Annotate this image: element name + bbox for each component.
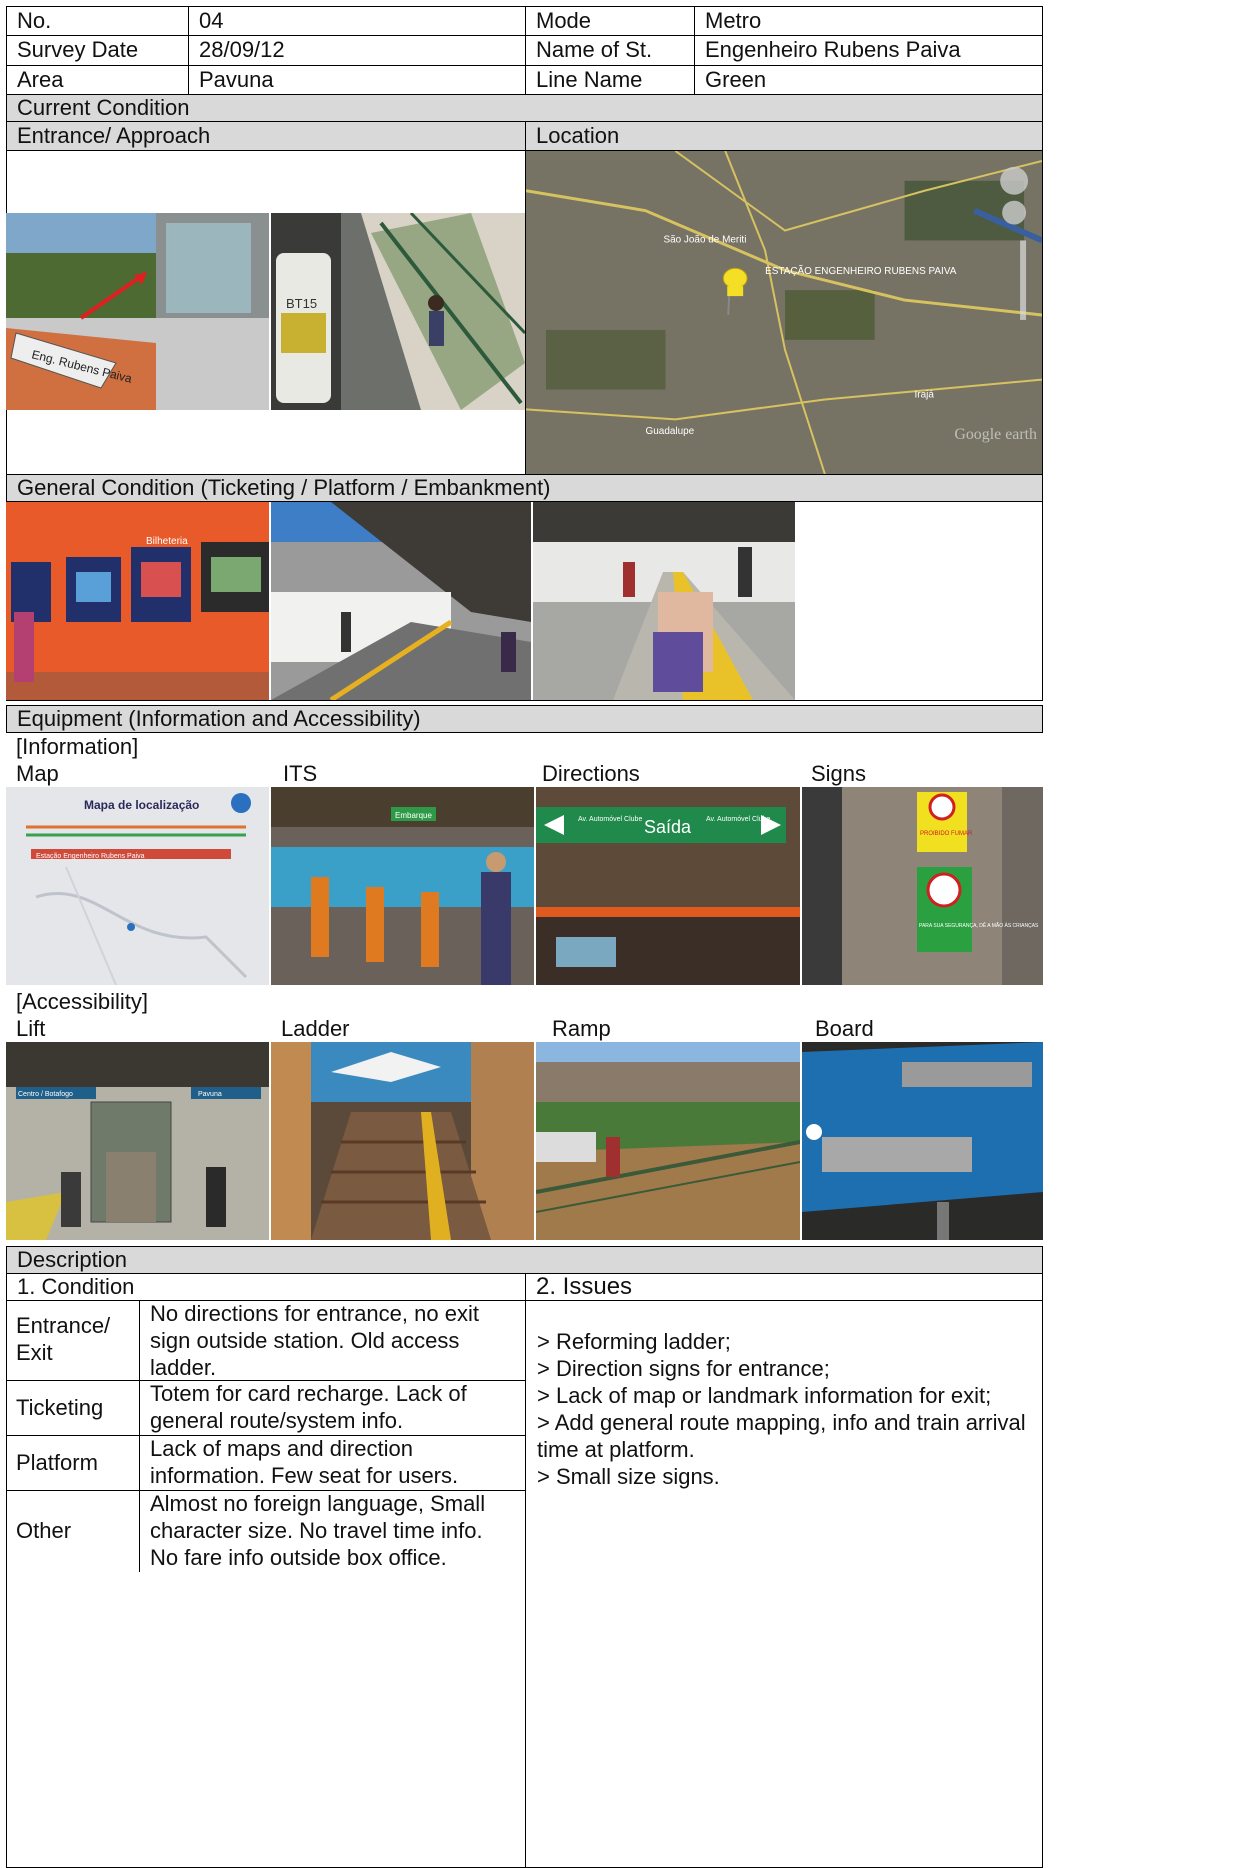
access-label-ladder: Ladder (281, 1016, 350, 1041)
access-label-lift: Lift (16, 1016, 46, 1041)
ticketing-photo: Bilheteria (6, 502, 269, 700)
svg-text:Irajá: Irajá (914, 389, 934, 400)
line-name-label: Line Name (525, 65, 695, 95)
svg-text:BT15: BT15 (286, 296, 317, 311)
line-name-value: Green (694, 65, 1043, 95)
issues-heading: 2. Issues (525, 1273, 1043, 1301)
svg-text:PARA SUA SEGURANÇA, DÊ A MÃO À: PARA SUA SEGURANÇA, DÊ A MÃO ÀS CRIANÇAS (919, 921, 1039, 929)
station-name-value: Engenheiro Rubens Paiva (694, 35, 1043, 66)
description-header: Description (6, 1246, 1043, 1274)
svg-text:Av. Automóvel Clube: Av. Automóvel Clube (706, 816, 770, 823)
svg-text:Embarque: Embarque (395, 811, 432, 820)
condition-text-entrance: No directions for entrance, no exit sign… (140, 1300, 526, 1381)
access-label-board: Board (815, 1016, 874, 1041)
info-label-map: Map (16, 761, 59, 786)
survey-date-label: Survey Date (6, 35, 189, 66)
mode-value: Metro (694, 6, 1043, 36)
access-board-photo (802, 1042, 1043, 1240)
access-label-ramp: Ramp (552, 1016, 611, 1041)
entrance-approach-header: Entrance/ Approach (6, 121, 526, 151)
survey-sheet: No. 04 Mode Metro Survey Date 28/09/12 N… (6, 6, 1043, 1868)
issue-line-1: > Reforming ladder; (537, 1329, 731, 1354)
condition-label-platform: Platform (6, 1435, 140, 1491)
condition-heading: 1. Condition (6, 1273, 526, 1301)
info-its-photo: Embarque (271, 787, 534, 985)
information-heading: [Information] (16, 734, 139, 759)
issue-line-5: > Small size signs. (537, 1464, 720, 1489)
area-value: Pavuna (188, 65, 526, 95)
access-ramp-photo (536, 1042, 800, 1240)
info-label-its: ITS (283, 761, 318, 786)
equipment-header: Equipment (Information and Accessibility… (6, 705, 1043, 733)
condition-label-other: Other (6, 1490, 140, 1572)
svg-text:Saída: Saída (644, 817, 692, 837)
condition-label-entrance: Entrance/ Exit (6, 1300, 140, 1381)
no-label: No. (6, 6, 189, 36)
condition-label-ticketing: Ticketing (6, 1380, 140, 1436)
platform-photo-2 (533, 502, 795, 700)
access-lift-photo: Centro / Botafogo Pavuna (6, 1042, 269, 1240)
location-map: São João de Meriti ESTAÇÃO ENGENHEIRO RU… (525, 150, 1043, 475)
svg-text:Pavuna: Pavuna (198, 1091, 222, 1098)
access-ladder-photo (271, 1042, 534, 1240)
info-label-directions: Directions (542, 761, 640, 786)
condition-text-ticketing: Totem for card recharge. Lack of general… (140, 1380, 526, 1436)
entrance-walkway-photo: BT15 (271, 213, 525, 410)
mode-label: Mode (525, 6, 695, 36)
info-directions-photo: Saída Av. Automóvel Clube Av. Automóvel … (536, 787, 800, 985)
survey-date-value: 28/09/12 (188, 35, 526, 66)
no-value: 04 (188, 6, 526, 36)
info-signs-photo: PROIBIDO FUMAR PARA SUA SEGURANÇA, DÊ A … (802, 787, 1043, 985)
svg-text:Centro / Botafogo: Centro / Botafogo (18, 1091, 73, 1098)
station-name-label: Name of St. (525, 35, 695, 66)
svg-text:São João de Meriti: São João de Meriti (663, 234, 746, 245)
issue-line-2: > Direction signs for entrance; (537, 1356, 830, 1381)
svg-text:Guadalupe: Guadalupe (646, 426, 695, 437)
svg-text:Av. Automóvel Clube: Av. Automóvel Clube (578, 816, 642, 823)
accessibility-heading: [Accessibility] (16, 989, 149, 1014)
info-map-photo: Mapa de localização Estação Engenheiro R… (6, 787, 269, 985)
svg-text:Mapa de localização: Mapa de localização (84, 798, 199, 812)
platform-photo-1 (271, 502, 531, 700)
condition-text-platform: Lack of maps and direction information. … (140, 1435, 526, 1491)
issue-line-4: > Add general route mapping, info and tr… (537, 1410, 1026, 1462)
info-label-signs: Signs (811, 761, 867, 786)
svg-text:Google earth: Google earth (954, 426, 1037, 443)
issue-line-3: > Lack of map or landmark information fo… (537, 1383, 992, 1408)
area-label: Area (6, 65, 189, 95)
condition-text-other: Almost no foreign language, Small charac… (150, 1491, 486, 1570)
svg-text:ESTAÇÃO ENGENHEIRO RUBENS PAIV: ESTAÇÃO ENGENHEIRO RUBENS PAIVA (765, 266, 957, 277)
entrance-stairway-photo: Eng. Rubens Paiva (6, 213, 269, 410)
location-header: Location (525, 121, 1043, 151)
svg-text:Bilheteria: Bilheteria (146, 536, 188, 547)
general-condition-header: General Condition (Ticketing / Platform … (6, 474, 1043, 502)
svg-text:PROIBIDO FUMAR: PROIBIDO FUMAR (920, 831, 973, 837)
current-condition-header: Current Condition (6, 94, 1043, 122)
svg-text:Estação Engenheiro Rubens Paiv: Estação Engenheiro Rubens Paiva (36, 853, 145, 860)
